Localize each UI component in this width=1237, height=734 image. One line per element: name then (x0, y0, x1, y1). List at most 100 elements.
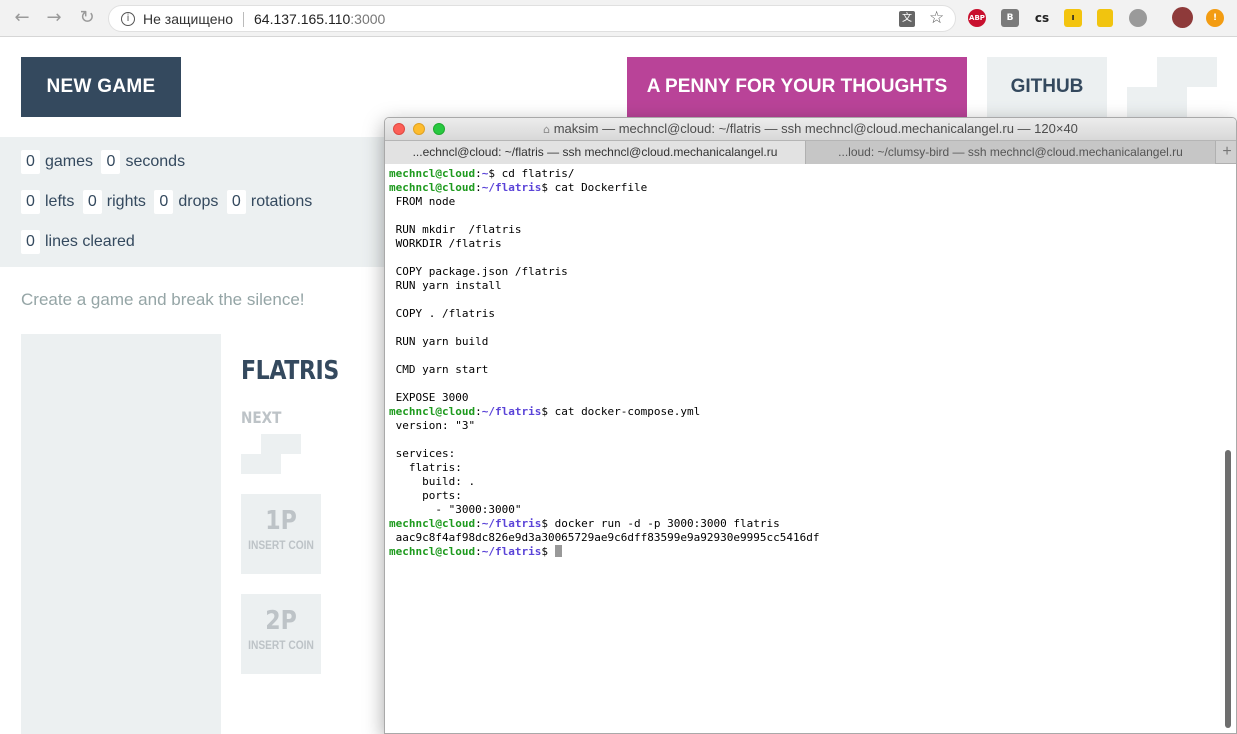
terminal-output-line: - "3000:3000" (389, 503, 522, 516)
alert-icon[interactable]: ! (1206, 9, 1224, 27)
seconds-label: seconds (125, 153, 186, 170)
lefts-count: 0 (21, 190, 40, 214)
seconds-count: 0 (101, 150, 121, 174)
terminal-output-line: WORKDIR /flatris (389, 237, 502, 250)
terminal-output-line: RUN yarn build (389, 335, 489, 348)
prompt-colon: : (475, 517, 482, 530)
command-text: $ cat docker-compose.yml (541, 405, 701, 418)
player2-insert-coin: INSERT COIN (248, 638, 314, 652)
address-bar[interactable]: i Не защищено 64.137.165.110:3000 文 ☆ (108, 5, 956, 32)
player2-slot[interactable]: 2P INSERT COIN (241, 594, 321, 674)
prompt-user: mechncl@cloud (389, 517, 476, 530)
logo-block (1157, 57, 1217, 87)
rotations-count: 0 (226, 190, 246, 214)
terminal-output-line: CMD yarn start (389, 363, 489, 376)
lefts-label: lefts (45, 193, 75, 210)
minimize-icon[interactable] (413, 123, 425, 135)
lines-label: lines cleared (45, 233, 135, 250)
terminal-output-line: EXPOSE 3000 (389, 391, 469, 404)
game-well (21, 334, 221, 734)
games-label: games (45, 153, 94, 170)
prompt-path: ~/flatris (481, 517, 542, 530)
terminal-output-line: aac9c8f4af98dc826e9d3a30065729ae9c6dff83… (389, 531, 820, 544)
command-text: $ cd flatris/ (488, 167, 575, 180)
player1-label: 1P (265, 506, 297, 536)
terminal-output[interactable]: mechncl@cloud:~$ cd flatris/mechncl@clou… (389, 167, 1219, 559)
prompt-colon: : (475, 405, 482, 418)
terminal-output-line: RUN yarn install (389, 279, 502, 292)
url-text[interactable]: 64.137.165.110:3000 (254, 11, 385, 27)
prompt-colon: : (475, 545, 482, 558)
info-icon[interactable]: i (121, 12, 135, 26)
terminal-prompt-line: mechncl@cloud:~/flatris$ cat Dockerfile (389, 181, 1219, 195)
terminal-prompt-line: mechncl@cloud:~/flatris$ docker run -d -… (389, 517, 1219, 531)
prompt-path: ~/flatris (481, 405, 542, 418)
terminal-output-line: services: (389, 447, 456, 460)
command-text: $ docker run -d -p 3000:3000 flatris (541, 517, 780, 530)
drops-label: drops (178, 193, 219, 210)
terminal-output-line: FROM node (389, 195, 456, 208)
prompt-path: ~/flatris (481, 545, 542, 558)
scrollbar[interactable] (1225, 450, 1231, 728)
terminal-tab[interactable]: ...loud: ~/clumsy-bird — ssh mechncl@clo… (806, 141, 1216, 164)
browser-toolbar: ← → ↻ i Не защищено 64.137.165.110:3000 … (0, 0, 1237, 37)
rights-label: rights (106, 193, 146, 210)
terminal-titlebar[interactable]: ⌂ maksim — mechncl@cloud: ~/flatris — ss… (385, 118, 1236, 140)
game-title: FLATRIS (241, 356, 339, 386)
new-tab-button[interactable]: + (1216, 141, 1236, 164)
command-text: $ cat Dockerfile (541, 181, 648, 194)
terminal-window[interactable]: ⌂ maksim — mechncl@cloud: ~/flatris — ss… (384, 117, 1237, 734)
rotations-label: rotations (250, 193, 313, 210)
new-game-button[interactable]: NEW GAME (21, 57, 181, 117)
prompt-user: mechncl@cloud (389, 167, 476, 180)
prompt-user: mechncl@cloud (389, 545, 476, 558)
next-label: NEXT (241, 408, 282, 427)
terminal-output-line: version: "3" (389, 419, 476, 432)
prompt-path: ~/flatris (481, 181, 542, 194)
translate-icon[interactable]: 文 (899, 11, 915, 27)
bookmark-star-icon[interactable]: ☆ (929, 8, 944, 28)
reload-icon[interactable]: ↻ (77, 8, 97, 28)
adblock-extension-icon[interactable]: ABP (968, 9, 986, 27)
terminal-prompt-line: mechncl@cloud:~$ cd flatris/ (389, 167, 1219, 181)
globe-extension-icon[interactable] (1129, 9, 1147, 27)
divider (243, 12, 244, 27)
terminal-tab-bar: ...echncl@cloud: ~/flatris — ssh mechncl… (385, 140, 1236, 164)
stats-row: 0 lines cleared (21, 230, 139, 254)
close-icon[interactable] (393, 123, 405, 135)
terminal-output-line: ports: (389, 489, 462, 502)
prompt-colon: : (475, 167, 482, 180)
lines-count: 0 (21, 230, 40, 254)
security-label[interactable]: Не защищено (143, 11, 233, 27)
i-extension-icon[interactable]: ı (1064, 9, 1082, 27)
drops-count: 0 (154, 190, 174, 214)
prompt-colon: : (475, 181, 482, 194)
bookmark-extension-icon[interactable] (1097, 9, 1113, 27)
back-arrow-icon[interactable]: ← (12, 8, 32, 28)
cs-extension-icon[interactable]: cs (1033, 9, 1051, 27)
terminal-tab[interactable]: ...echncl@cloud: ~/flatris — ssh mechncl… (385, 141, 806, 164)
b-extension-icon[interactable]: B (1001, 9, 1019, 27)
games-count: 0 (21, 150, 40, 174)
avatar[interactable] (1172, 7, 1193, 28)
penny-for-your-thoughts-button[interactable]: A PENNY FOR YOUR THOUGHTS (627, 57, 967, 117)
terminal-cursor (554, 545, 562, 557)
github-button[interactable]: GITHUB (987, 57, 1107, 117)
terminal-output-line: RUN mkdir /flatris (389, 223, 522, 236)
logo-block (1127, 87, 1187, 117)
maximize-icon[interactable] (433, 123, 445, 135)
home-icon: ⌂ (543, 123, 551, 136)
forward-arrow-icon[interactable]: → (44, 8, 64, 28)
stats-row: 0 games 0 seconds (21, 150, 189, 174)
terminal-title: maksim — mechncl@cloud: ~/flatris — ssh … (553, 121, 1078, 136)
rights-count: 0 (82, 190, 102, 214)
next-piece-block (261, 434, 301, 454)
terminal-prompt-line: mechncl@cloud:~/flatris$ cat docker-comp… (389, 405, 1219, 419)
terminal-prompt-line: mechncl@cloud:~/flatris$ (389, 545, 1219, 559)
player1-slot[interactable]: 1P INSERT COIN (241, 494, 321, 574)
